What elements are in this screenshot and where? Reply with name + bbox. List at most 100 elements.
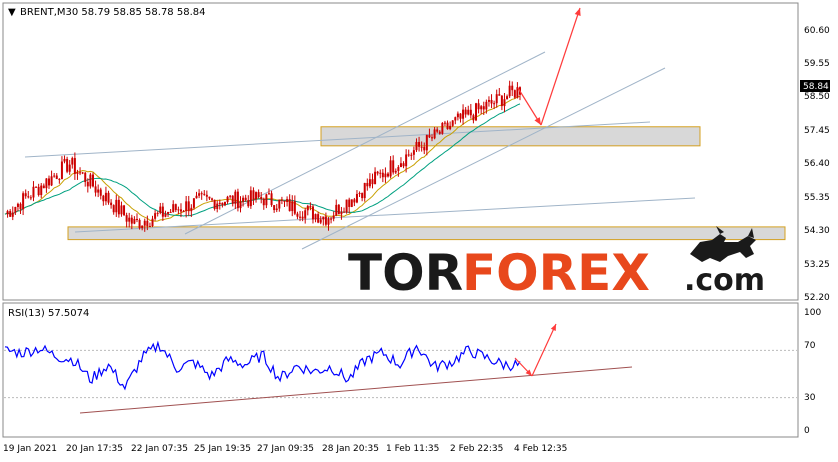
time-tick: 4 Feb 12:35 [514,444,567,454]
price-candle [19,203,22,210]
price-candle [332,215,335,219]
price-candle [278,199,281,209]
price-candle [371,179,374,185]
price-candle [195,195,198,199]
price-candle [379,172,382,174]
price-candle [133,218,136,224]
price-candle [472,115,475,121]
price-candle [286,199,289,202]
price-candle [182,211,185,213]
price-candle [154,213,157,219]
price-candle [221,202,224,206]
price-candle [167,211,170,214]
price-candle [428,134,431,138]
price-candle [451,120,454,126]
price-candle [216,203,219,209]
price-candle [317,214,320,223]
price-candle [293,201,296,214]
price-candle [179,209,182,212]
price-candle [73,158,76,174]
price-candle [252,190,255,200]
price-candle [40,185,43,196]
time-tick: 22 Jan 07:35 [131,444,188,454]
price-candle [89,174,92,187]
price-candle [146,220,149,227]
time-tick: 2 Feb 22:35 [450,444,503,454]
time-tick: 27 Jan 09:35 [257,444,314,454]
price-candle [283,200,286,202]
price-candle [242,197,245,202]
price-candle [415,141,418,151]
rsi-tick: 70 [804,341,816,351]
price-candle [6,211,9,215]
price-candle [174,204,177,211]
price-candle [441,123,444,134]
price-candle [208,196,211,199]
price-candle [68,164,71,172]
price-candle [459,113,462,119]
price-candle [37,186,40,196]
price-candle [148,226,151,228]
price-candle [172,204,175,213]
price-candle [42,185,45,189]
price-candle [389,160,392,177]
price-candle [355,193,358,203]
price-candle [226,196,229,202]
price-candle [60,161,63,180]
price-candle [485,101,488,110]
price-candle [236,191,239,209]
price-candle [324,216,327,225]
price-candle [76,172,79,174]
price-candle [260,196,263,199]
price-candle [418,141,421,147]
price-candle [469,109,472,116]
price-candle [384,173,387,178]
price-candle [402,163,405,167]
price-candle [376,171,379,174]
price-candle [500,95,503,107]
price-candle [273,205,276,211]
price-candle [211,198,214,200]
price-candle [164,213,167,217]
price-candle [50,176,53,186]
price-candle [467,109,470,115]
price-candle [363,182,366,199]
price-candle [275,208,278,211]
price-candle [135,218,138,220]
price-candle [47,178,50,186]
price-candle [123,205,126,216]
price-candle [239,201,242,209]
price-candle [187,201,190,212]
price-candle [291,201,294,212]
price-candle [420,146,423,148]
price-candle [309,205,312,207]
price-chart[interactable]: ▼ BRENT,M30 58.79 58.85 58.78 58.84 RSI(… [0,0,838,458]
price-candle [234,191,237,204]
price-candle [330,218,333,220]
price-candle [213,199,216,209]
price-candle [143,220,146,226]
price-candle [345,199,348,213]
time-tick: 28 Jan 20:35 [322,444,379,454]
time-axis: 19 Jan 2021 20 Jan 17:35 22 Jan 07:35 25… [3,444,567,454]
price-candle [433,129,436,139]
price-candle [335,204,338,216]
price-candle [244,197,247,201]
price-candle [97,189,100,193]
price-candle [102,195,105,202]
price-candle [177,209,180,211]
price-candle [159,206,162,213]
price-candle [84,172,87,183]
price-candle [399,163,402,168]
price-candle [63,158,66,162]
price-candle [35,186,38,188]
price-candle [387,173,390,177]
price-candle [9,211,12,217]
collapse-arrow-icon[interactable]: ▼ [8,7,16,18]
price-candle [192,198,195,208]
price-candle [79,172,82,174]
price-candle [112,205,115,213]
price-candle [475,103,478,121]
price-candle [185,201,188,212]
price-candle [361,193,364,199]
